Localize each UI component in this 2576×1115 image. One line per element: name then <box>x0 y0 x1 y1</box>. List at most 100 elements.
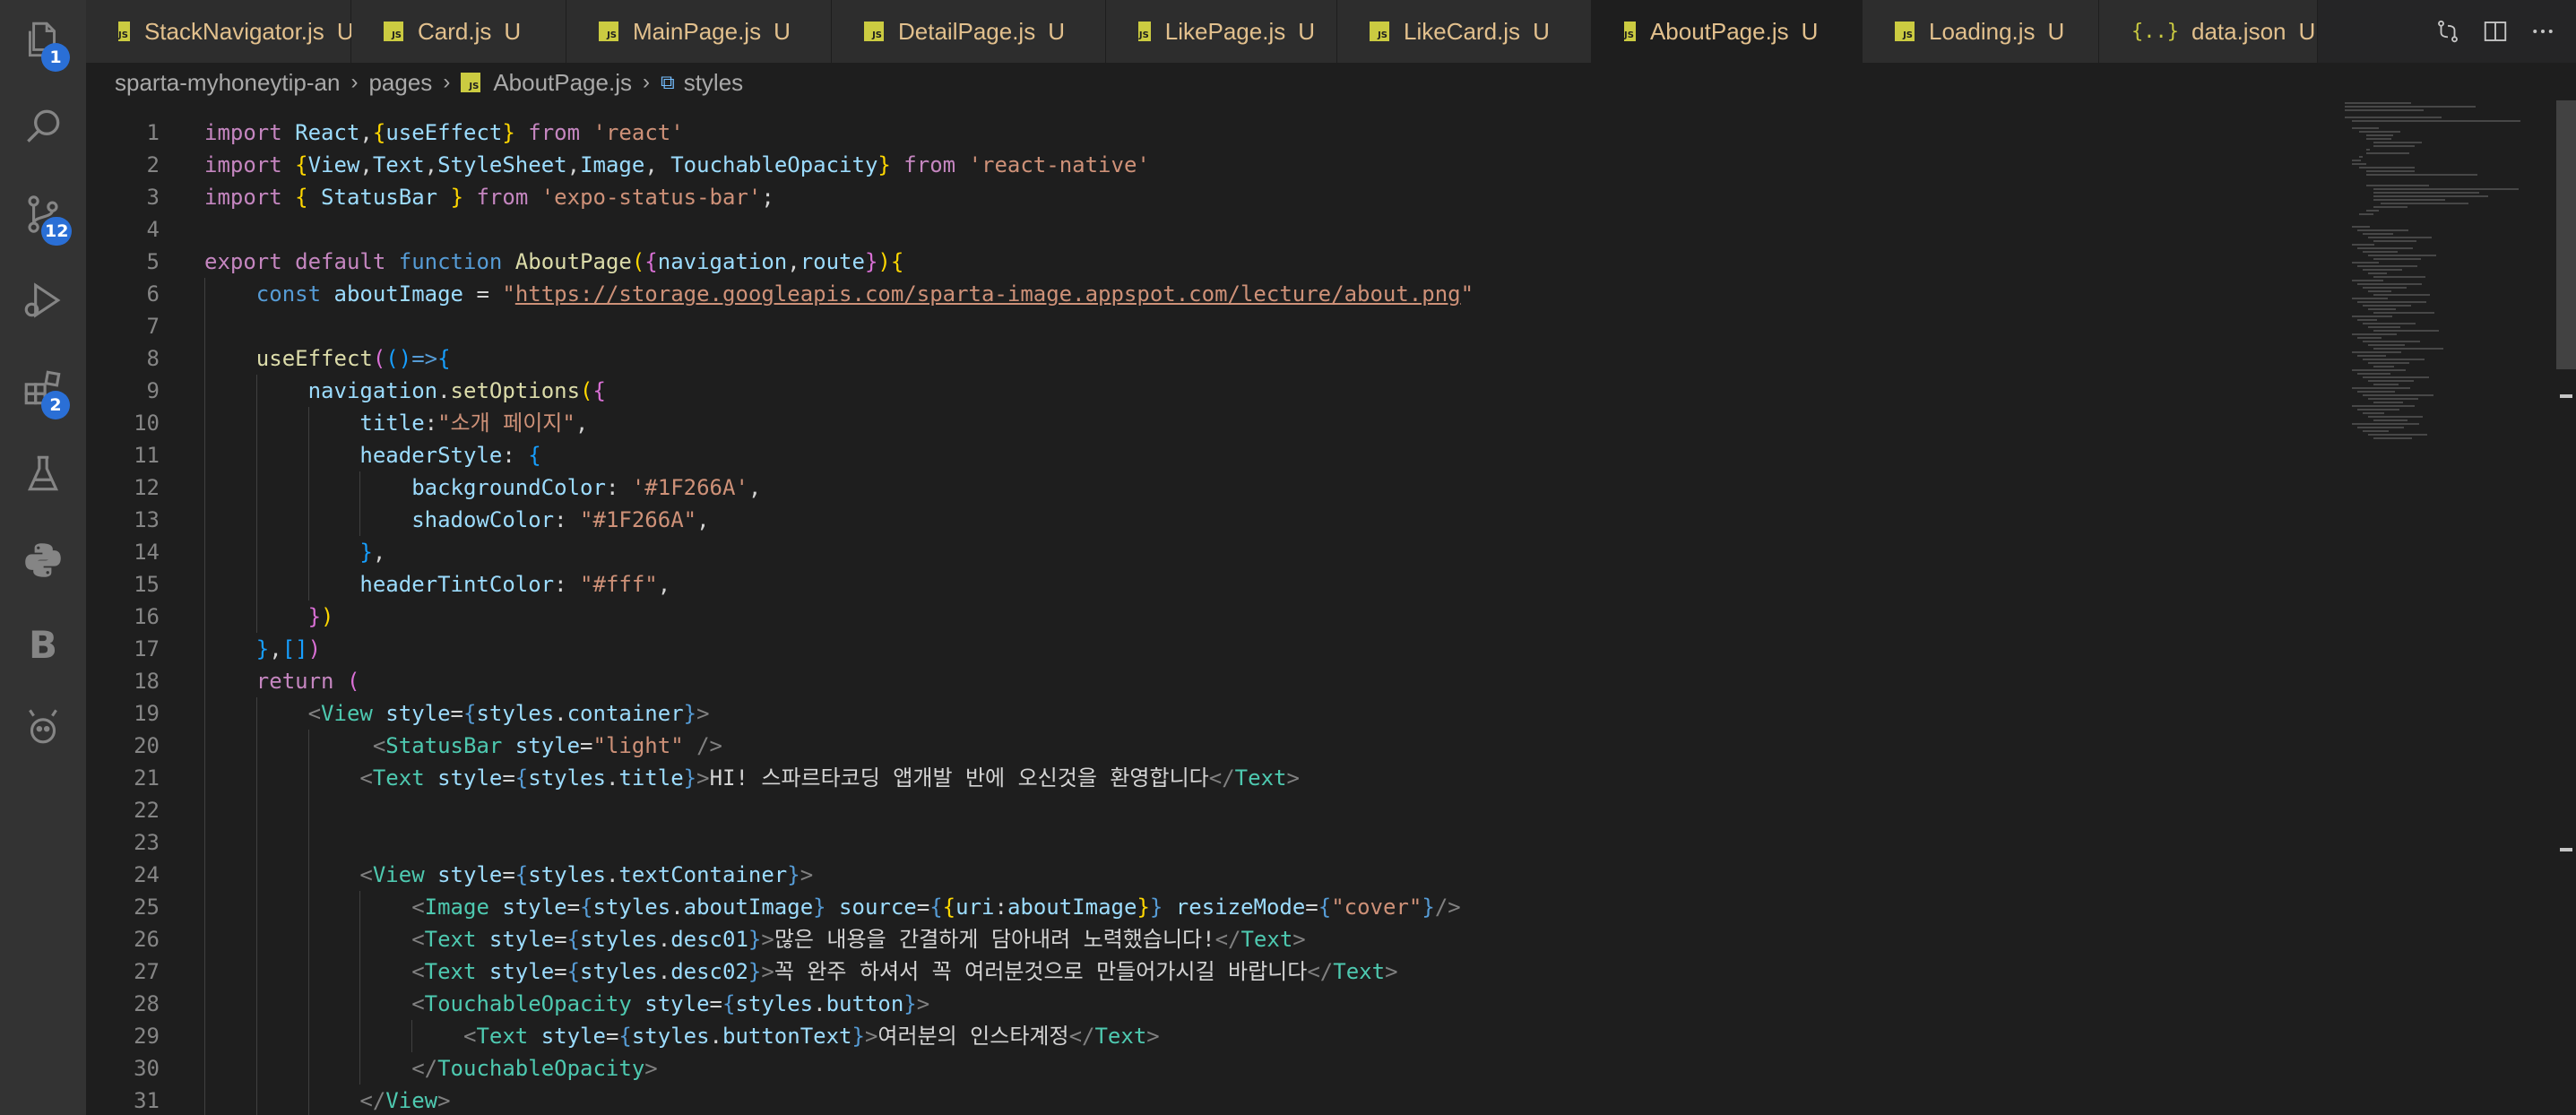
tab-stacknavigator-js[interactable]: JS StackNavigator.js U <box>86 0 354 63</box>
tab-aboutpage-js[interactable]: JS AboutPage.js U <box>1592 0 1863 63</box>
code-token: style <box>437 765 503 791</box>
tab-mainpage-js[interactable]: JS MainPage.js U <box>566 0 832 63</box>
code-line[interactable]: 12 backgroundColor: '#1F266A', <box>86 471 2327 504</box>
breadcrumb-file[interactable]: AboutPage.js <box>493 69 632 97</box>
code-token: } <box>864 249 878 274</box>
tab-detailpage-js[interactable]: JS DetailPage.js U <box>832 0 1106 63</box>
code-token: } <box>1149 895 1163 920</box>
code-token: . <box>709 1024 722 1049</box>
code-line[interactable]: 8 useEffect(()=>{ <box>86 342 2327 375</box>
code-line[interactable]: 10 title:"소개 페이지", <box>86 407 2327 439</box>
extensions-button[interactable]: 2 <box>0 348 86 428</box>
code-line[interactable]: 29 <Text style={styles.buttonText}>여러분의 … <box>86 1020 2327 1052</box>
minimap-line <box>2363 430 2389 432</box>
python-button[interactable] <box>0 520 86 601</box>
minimap[interactable] <box>2345 100 2551 439</box>
code-line[interactable]: 20 <StatusBar style="light" /> <box>86 730 2327 762</box>
code-line[interactable]: 25 <Image style={styles.aboutImage} sour… <box>86 891 2327 923</box>
tab-loading-js[interactable]: JS Loading.js U <box>1863 0 2099 63</box>
code-line[interactable]: 6 const aboutImage = "https://storage.go… <box>86 278 2327 310</box>
minimap-line <box>2352 160 2361 161</box>
line-number: 17 <box>134 636 160 661</box>
b-extension-button[interactable]: B <box>0 604 86 685</box>
code-line[interactable]: 14 }, <box>86 536 2327 568</box>
code-line[interactable]: 24 <View style={styles.textContainer}> <box>86 859 2327 891</box>
code-line[interactable]: 17 },[]) <box>86 633 2327 665</box>
minimap-line <box>2363 359 2425 360</box>
code-token: . <box>554 701 567 726</box>
code-token: : <box>502 443 529 468</box>
minimap-line <box>2352 315 2392 317</box>
run-debug-button[interactable] <box>0 260 86 341</box>
code-line[interactable]: 19 <View style={styles.container}> <box>86 697 2327 730</box>
code-token: = <box>502 765 515 791</box>
code-token: /> <box>683 733 723 758</box>
tab-data-json[interactable]: {..} data.json U <box>2099 0 2318 63</box>
code-line[interactable]: 31 </View> <box>86 1085 2327 1115</box>
code-line[interactable]: 22 <box>86 794 2327 826</box>
breadcrumb-project[interactable]: sparta-myhoneytip-an <box>115 69 340 97</box>
code-line[interactable]: 3 import { StatusBar } from 'expo-status-… <box>86 181 2327 213</box>
code-token: style <box>514 733 581 758</box>
code-token: > <box>1292 927 1306 952</box>
code-line[interactable]: 2 import {View,Text,StyleSheet,Image, Tou… <box>86 149 2327 181</box>
code-line[interactable]: 15 headerTintColor: "#fff", <box>86 568 2327 601</box>
code-token: { <box>580 895 593 920</box>
minimap-line <box>2373 195 2488 197</box>
tab-likepage-js[interactable]: JS LikePage.js U <box>1106 0 1337 63</box>
split-editor-icon[interactable] <box>2482 18 2509 45</box>
code-line[interactable]: 21 <Text style={styles.title}>HI! 스파르타코딩… <box>86 762 2327 794</box>
code-line[interactable]: 5 export default function AboutPage({navi… <box>86 246 2327 278</box>
minimap-line <box>2373 384 2399 385</box>
code-line[interactable]: 1 import React,{useEffect} from 'react' <box>86 117 2327 149</box>
code-line[interactable]: 4 <box>86 213 2327 246</box>
explorer-button[interactable]: 1 <box>0 0 86 81</box>
code-token: > <box>1385 959 1398 984</box>
minimap-line <box>2373 188 2519 190</box>
code-token: Text <box>372 765 438 791</box>
code-token: return <box>255 669 347 694</box>
more-actions-icon[interactable] <box>2529 18 2556 45</box>
code-line[interactable]: 11 headerStyle: { <box>86 439 2327 471</box>
line-number: 27 <box>134 959 160 984</box>
code-line[interactable]: 23 <box>86 826 2327 859</box>
line-number: 8 <box>146 346 160 371</box>
code-token: , <box>424 152 438 177</box>
minimap-line <box>2363 394 2433 396</box>
search-button[interactable] <box>0 86 86 167</box>
scrollbar-thumb[interactable] <box>2556 100 2576 369</box>
code-token: Text <box>424 927 489 952</box>
code-line[interactable]: 26 <Text style={styles.desc01}>많은 내용을 간결… <box>86 923 2327 955</box>
source-control-button[interactable]: 12 <box>0 174 86 255</box>
minimap-line <box>2368 416 2423 418</box>
live-share-button[interactable] <box>0 685 86 765</box>
code-line[interactable]: 9 navigation.setOptions({ <box>86 375 2327 407</box>
code-token: "#fff" <box>580 572 658 597</box>
code-token: StatusBar <box>385 733 515 758</box>
code-line[interactable]: 30 </TouchableOpacity> <box>86 1052 2327 1085</box>
code-line[interactable]: 27 <Text style={styles.desc02}>꼭 완주 하셔서 … <box>86 955 2327 988</box>
code-token: "cover" <box>1331 895 1422 920</box>
tab-likecard-js[interactable]: JS LikeCard.js U <box>1337 0 1592 63</box>
code-token: = <box>580 733 593 758</box>
code-line[interactable]: 18 return ( <box>86 665 2327 697</box>
code-line[interactable]: 28 <TouchableOpacity style={styles.butto… <box>86 988 2327 1020</box>
flask-icon <box>27 455 59 491</box>
testing-button[interactable] <box>0 434 86 514</box>
compare-changes-icon[interactable] <box>2434 18 2461 45</box>
code-text: useEffect(()=>{ <box>204 342 451 375</box>
search-icon <box>27 109 60 143</box>
breadcrumb-symbol[interactable]: styles <box>684 69 743 97</box>
code-line[interactable]: 13 shadowColor: "#1F266A", <box>86 504 2327 536</box>
tab-card-js[interactable]: JS Card.js U <box>351 0 566 63</box>
minimap-line <box>2352 333 2397 335</box>
code-line[interactable]: 16 }) <box>86 601 2327 633</box>
minimap-line <box>2373 330 2439 332</box>
code-token: styles <box>631 1024 710 1049</box>
code-token: "#1F266A" <box>580 507 697 532</box>
code-line[interactable]: 7 <box>86 310 2327 342</box>
breadcrumb-folder[interactable]: pages <box>368 69 432 97</box>
code-editor[interactable]: 1 import React,{useEffect} from 'react' 2 i… <box>86 100 2551 1115</box>
minimap-line <box>2357 427 2404 428</box>
